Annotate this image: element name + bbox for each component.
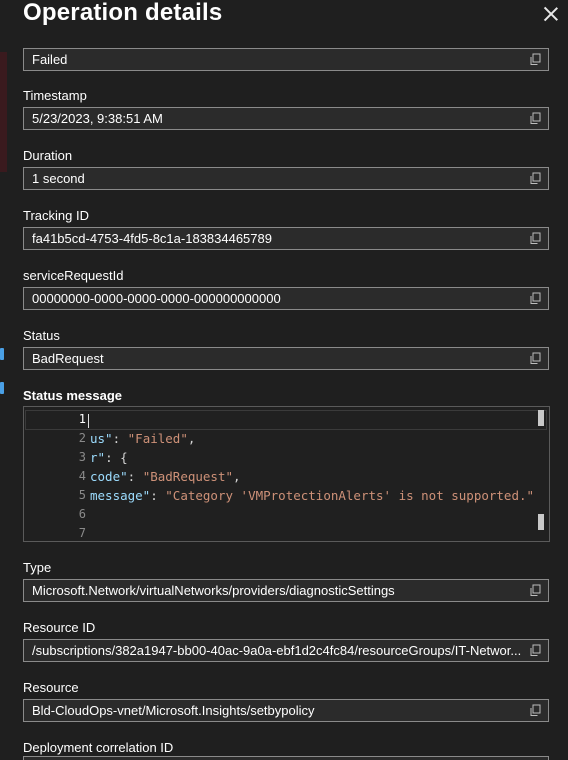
json-punctuation: : [127,469,143,484]
copy-icon[interactable] [529,584,542,597]
copy-icon[interactable] [529,112,542,125]
field-value: fa41b5cd-4753-4fd5-8c1a-183834465789 [32,231,272,246]
field-value: /subscriptions/382a1947-bb00-40ac-9a0a-e… [32,643,522,658]
background-panel-edge [0,52,7,172]
line-number: 1 [78,412,86,426]
deployment-correlation-id-label: Deployment correlation ID [23,740,174,755]
field-value: Microsoft.Network/virtualNetworks/provid… [32,583,395,598]
json-string: "Failed" [127,431,188,446]
line-number: 6 [78,507,86,521]
left-strip [0,32,7,760]
status-label: Status [23,328,60,343]
status-message-label: Status message [23,388,122,403]
field-value: 1 second [32,171,85,186]
timestamp-field[interactable]: 5/23/2023, 9:38:51 AM [23,107,549,130]
current-line-highlight [25,410,547,430]
resource-id-field[interactable]: /subscriptions/382a1947-bb00-40ac-9a0a-e… [23,639,549,662]
json-key: us" [90,431,113,446]
json-key: code" [90,469,128,484]
edge-marker [0,348,4,360]
resource-label: Resource [23,680,79,695]
copy-icon[interactable] [529,352,542,365]
type-label: Type [23,560,52,575]
json-string: "Category 'VMProtectionAlerts' is not su… [165,488,535,503]
vertical-scrollbar-thumb[interactable] [538,514,544,530]
json-key: message" [90,488,151,503]
status-message-editor[interactable]: 1 2 3 4 5 6 7 us": "Failed", r": { code"… [23,406,550,542]
duration-field[interactable]: 1 second [23,167,549,190]
field-value: Failed [32,52,68,67]
line-number: 2 [78,431,86,445]
copy-icon[interactable] [529,644,542,657]
copy-icon[interactable] [529,53,542,66]
close-icon[interactable] [541,4,561,24]
edge-marker [0,382,4,394]
resource-id-label: Resource ID [23,620,96,635]
type-field[interactable]: Microsoft.Network/virtualNetworks/provid… [23,579,549,602]
json-punctuation: : [112,431,128,446]
json-punctuation: , [233,469,241,484]
timestamp-label: Timestamp [23,88,87,103]
line-number: 4 [78,469,86,483]
operation-details-title: Operation details [23,0,223,26]
text-cursor [88,414,89,428]
copy-icon[interactable] [529,292,542,305]
field-value: 5/23/2023, 9:38:51 AM [32,111,163,126]
tracking-id-field[interactable]: fa41b5cd-4753-4fd5-8c1a-183834465789 [23,227,549,250]
json-punctuation: : { [105,450,128,465]
resource-field[interactable]: Bld-CloudOps-vnet/Microsoft.Insights/set… [23,699,549,722]
copy-icon[interactable] [529,172,542,185]
line-number: 3 [78,450,86,464]
status-field[interactable]: BadRequest [23,347,549,370]
code-line: us": "Failed", [90,431,195,446]
code-line: r": { [90,450,128,465]
service-request-id-field[interactable]: 00000000-0000-0000-0000-000000000000 [23,287,549,310]
field-value: 00000000-0000-0000-0000-000000000000 [32,291,281,306]
line-number: 5 [78,488,86,502]
json-punctuation: , [187,431,196,446]
field-value: BadRequest [32,351,104,366]
copy-icon[interactable] [529,704,542,717]
service-request-id-label: serviceRequestId [23,268,124,283]
duration-label: Duration [23,148,73,163]
operation-name-field[interactable]: Failed [23,48,549,71]
deployment-correlation-id-field[interactable] [23,756,549,760]
code-line: message": "Category 'VMProtectionAlerts'… [90,488,534,503]
json-key: r" [90,450,106,465]
line-number: 7 [78,526,86,540]
code-line: code": "BadRequest", [90,469,241,484]
json-punctuation: : [150,488,166,503]
field-value: Bld-CloudOps-vnet/Microsoft.Insights/set… [32,703,315,718]
vertical-scrollbar-thumb[interactable] [538,410,544,426]
tracking-id-label: Tracking ID [23,208,89,223]
copy-icon[interactable] [529,232,542,245]
json-string: "BadRequest" [142,469,234,484]
